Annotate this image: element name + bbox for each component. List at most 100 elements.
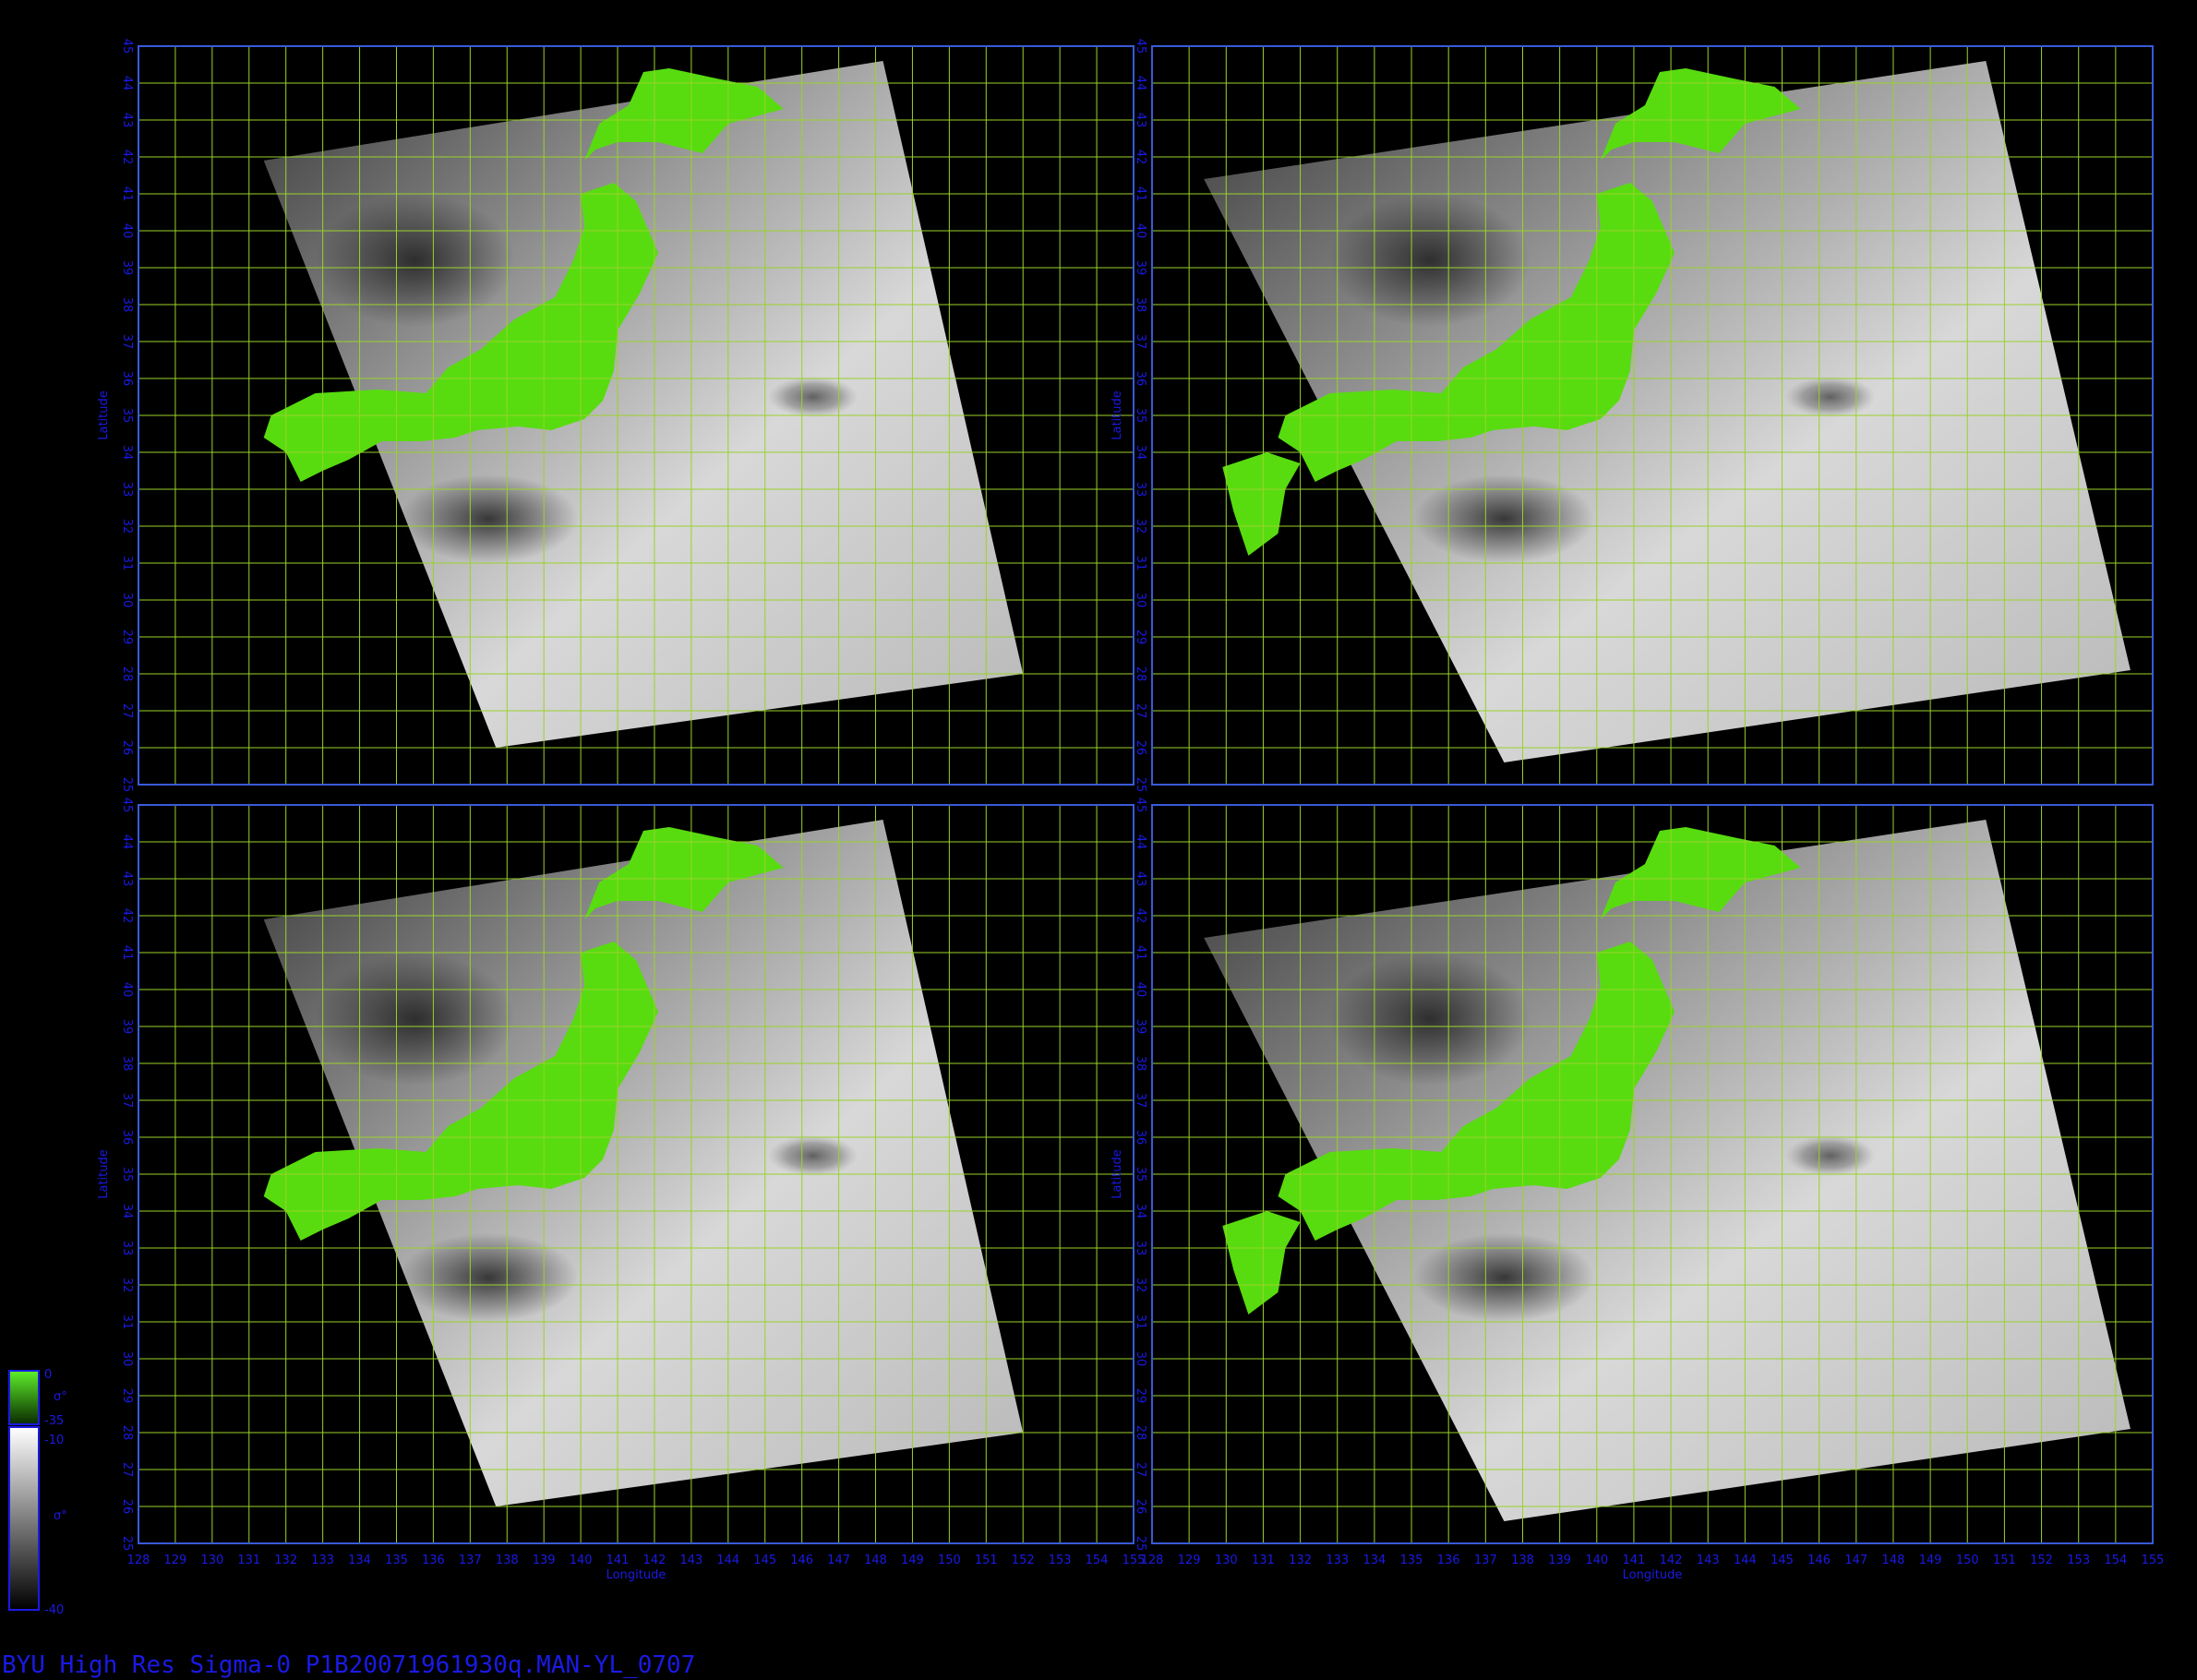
latitude-tick-label: 41 [120, 945, 134, 961]
latitude-tick-label: 34 [1134, 445, 1147, 461]
latitude-tick-label: 30 [120, 1351, 134, 1367]
longitude-tick-label: 134 [1363, 1554, 1386, 1567]
longitude-tick-label: 131 [1252, 1554, 1275, 1567]
latitude-axis-title: Latitude [1111, 1149, 1124, 1199]
longitude-tick-label: 144 [716, 1554, 739, 1567]
latitude-axis-title: Latitude [97, 1149, 111, 1199]
longitude-tick-label: 143 [1697, 1554, 1720, 1567]
low-backscatter-region [315, 194, 515, 327]
latitude-tick-label: 33 [1134, 1241, 1147, 1256]
longitude-tick-label: 146 [1807, 1554, 1831, 1567]
latitude-tick-label: 37 [1134, 334, 1147, 350]
latitude-tick-label: 39 [120, 260, 134, 276]
latitude-tick-label: 45 [120, 39, 134, 54]
latitude-tick-label: 30 [1134, 593, 1147, 608]
latitude-tick-label: 38 [120, 1056, 134, 1072]
latitude-tick-label: 41 [1134, 186, 1147, 202]
latitude-tick-label: 40 [120, 982, 134, 998]
latitude-tick-label: 37 [120, 1093, 134, 1109]
latitude-tick-label: 40 [120, 223, 134, 239]
longitude-tick-label: 135 [1400, 1554, 1423, 1567]
low-backscatter-region [315, 953, 515, 1086]
latitude-tick-label: 25 [1134, 1536, 1147, 1552]
longitude-tick-label: 133 [311, 1554, 334, 1567]
latitude-tick-label: 33 [1134, 482, 1147, 498]
longitude-tick-label: 145 [1771, 1554, 1794, 1567]
longitude-tick-label: 150 [1956, 1554, 1979, 1567]
latitude-tick-label: 44 [1134, 76, 1147, 91]
storm-feature [1784, 1134, 1876, 1177]
longitude-axis-title: Longitude [1623, 1568, 1683, 1582]
latitude-tick-label: 36 [120, 371, 134, 387]
land-scale-bottom-label: -35 [44, 1414, 64, 1428]
longitude-tick-label: 146 [790, 1554, 813, 1567]
storm-feature [1784, 376, 1876, 418]
latitude-tick-label: 44 [120, 834, 134, 850]
latitude-tick-label: 28 [1134, 666, 1147, 682]
latitude-tick-label: 26 [120, 740, 134, 756]
land-scale-symbol: σ° [54, 1390, 67, 1404]
longitude-tick-label: 153 [2067, 1554, 2090, 1567]
latitude-tick-label: 43 [1134, 113, 1147, 128]
latitude-tick-label: 26 [1134, 1499, 1147, 1515]
longitude-tick-label: 136 [422, 1554, 445, 1567]
ocean-scale-top-label: -10 [44, 1434, 64, 1447]
latitude-tick-label: 31 [1134, 556, 1147, 571]
latitude-tick-label: 32 [1134, 519, 1147, 534]
latitude-tick-label: 27 [1134, 1462, 1147, 1478]
figure-caption: BYU High Res Sigma-0 P1B20071961930q.MAN… [2, 1651, 695, 1679]
latitude-tick-label: 32 [120, 1278, 134, 1293]
longitude-tick-label: 154 [2104, 1554, 2127, 1567]
longitude-tick-label: 151 [975, 1554, 998, 1567]
storm-feature [768, 376, 858, 418]
latitude-tick-label: 36 [1134, 371, 1147, 387]
longitude-tick-label: 139 [1548, 1554, 1571, 1567]
latitude-tick-label: 44 [1134, 834, 1147, 850]
longitude-tick-label: 147 [827, 1554, 850, 1567]
land-scale-top-label: 0 [44, 1368, 52, 1382]
longitude-tick-label: 150 [938, 1554, 961, 1567]
longitude-tick-label: 152 [2030, 1554, 2053, 1567]
map-panel-top-left: 25 26 27 28 29 30 31 32 33 34 35 36 37 38 39 40 41 42 43 44… [97, 39, 1135, 792]
latitude-tick-label: 41 [1134, 945, 1147, 961]
longitude-tick-label: 133 [1326, 1554, 1349, 1567]
latitude-tick-label: 28 [120, 1425, 134, 1441]
latitude-tick-label: 43 [1134, 871, 1147, 887]
longitude-tick-label: 143 [679, 1554, 702, 1567]
latitude-tick-label: 38 [1134, 297, 1147, 313]
latitude-tick-label: 31 [120, 556, 134, 571]
latitude-tick-label: 27 [1134, 703, 1147, 719]
latitude-tick-label: 39 [1134, 260, 1147, 276]
latitude-tick-label: 27 [120, 1462, 134, 1478]
longitude-tick-label: 140 [1585, 1554, 1608, 1567]
latitude-tick-label: 36 [120, 1130, 134, 1146]
ocean-scale-bottom-label: -40 [44, 1603, 64, 1617]
latitude-tick-label: 45 [1134, 798, 1147, 813]
map-panel-bottom-left: 25 26 27 28 29 30 31 32 33 34 35 36 37 38 39 40 41 42 43 44… [97, 798, 1145, 1582]
latitude-tick-label: 35 [1134, 1167, 1147, 1182]
longitude-tick-label: 138 [496, 1554, 519, 1567]
longitude-tick-label: 155 [2142, 1554, 2165, 1567]
colorbar-legend: 0 σ° -35 -10 σ° -40 [8, 1368, 67, 1617]
land-kyushu [1222, 1211, 1301, 1314]
longitude-tick-label: 149 [901, 1554, 924, 1567]
ocean-colorbar [8, 1426, 40, 1611]
longitude-tick-label: 148 [864, 1554, 887, 1567]
longitude-tick-label: 132 [274, 1554, 297, 1567]
latitude-tick-label: 29 [1134, 1388, 1147, 1404]
latitude-tick-label: 31 [1134, 1314, 1147, 1330]
latitude-tick-label: 25 [1134, 777, 1147, 793]
latitude-tick-label: 38 [1134, 1056, 1147, 1072]
latitude-tick-label: 42 [120, 908, 134, 924]
longitude-tick-label: 142 [643, 1554, 666, 1567]
latitude-axis-title: Latitude [1111, 390, 1124, 440]
longitude-tick-label: 137 [459, 1554, 482, 1567]
longitude-tick-label: 139 [533, 1554, 556, 1567]
latitude-tick-label: 29 [1134, 630, 1147, 645]
longitude-tick-label: 130 [1215, 1554, 1238, 1567]
longitude-tick-label: 129 [164, 1554, 187, 1567]
ocean-scale-symbol: σ° [54, 1509, 67, 1523]
longitude-tick-label: 153 [1049, 1554, 1072, 1567]
low-backscatter-region [1329, 194, 1531, 327]
sigma0-figure: 25 26 27 28 29 30 31 32 33 34 35 36 37 38 39 40 41 42 43 44… [2, 39, 2165, 1679]
